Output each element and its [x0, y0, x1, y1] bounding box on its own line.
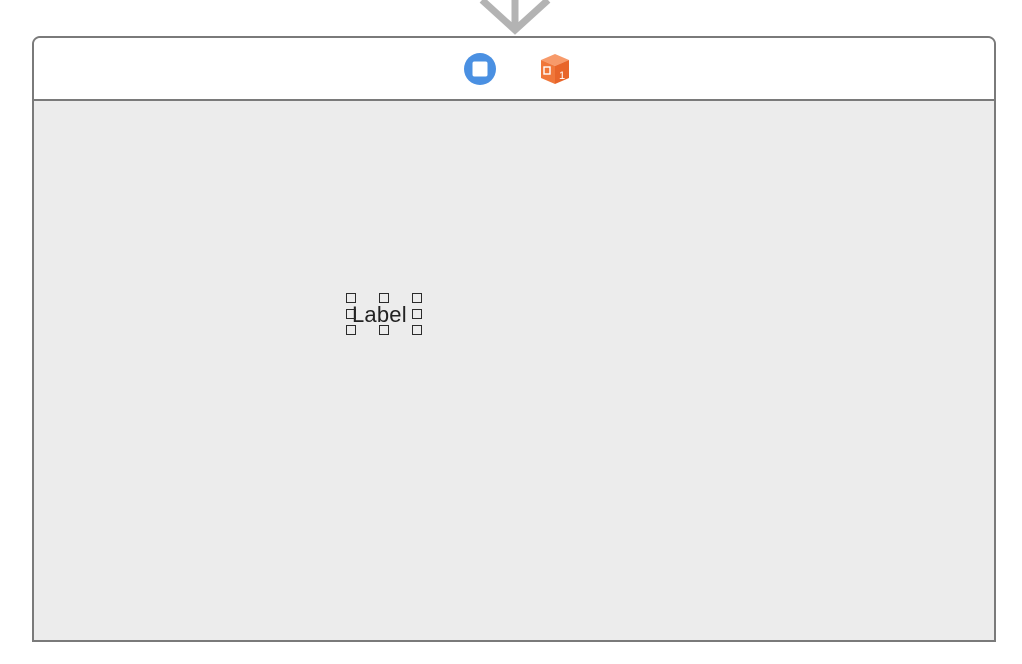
storyboard-canvas: 1 Label [0, 0, 1022, 664]
view-controller-icon[interactable] [463, 52, 497, 86]
resize-handle-top-center[interactable] [379, 293, 389, 303]
resize-handle-top-left[interactable] [346, 293, 356, 303]
view-controller-scene[interactable]: 1 Label [32, 36, 996, 642]
resize-handle-middle-left[interactable] [346, 309, 356, 319]
resize-handle-top-right[interactable] [412, 293, 422, 303]
resize-handle-bottom-right[interactable] [412, 325, 422, 335]
first-responder-badge: 1 [559, 70, 565, 82]
resize-handle-middle-right[interactable] [412, 309, 422, 319]
label-element[interactable]: Label [346, 293, 422, 337]
resize-handle-bottom-left[interactable] [346, 325, 356, 335]
root-view[interactable]: Label [34, 101, 994, 640]
scene-dock: 1 [34, 38, 994, 101]
entry-point-arrow-icon[interactable] [476, 0, 556, 36]
resize-handle-bottom-center[interactable] [379, 325, 389, 335]
first-responder-cube-icon[interactable]: 1 [538, 52, 572, 86]
